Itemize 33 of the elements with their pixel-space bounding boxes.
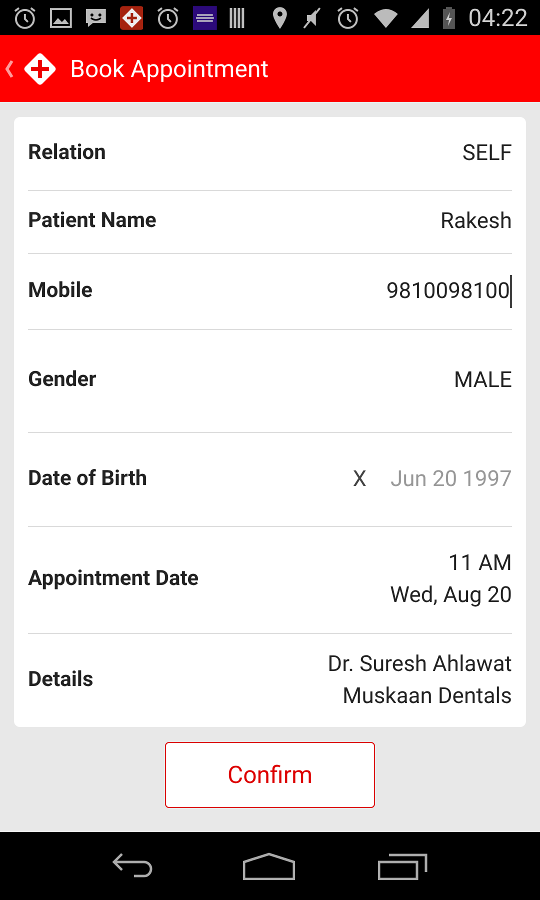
row-label: Gender [28,367,96,394]
row-label: Appointment Date [28,566,199,594]
signal-icon [410,6,430,28]
row-value: 11 AM [448,550,512,578]
mute-icon [300,6,323,30]
row-value: Wed, Aug 20 [390,582,512,610]
row-value: MALE [454,367,512,395]
location-pin-icon [271,6,289,30]
page-title: Book Appointment [70,54,269,84]
alarm-clock-icon [155,4,182,30]
stripes-icon [193,6,218,30]
home-icon[interactable] [242,852,295,880]
confirm-button[interactable]: Confirm [165,742,375,808]
row-label: Patient Name [28,208,156,236]
row-value: SELF [462,140,512,168]
row-label: Date of Birth [28,466,148,493]
row-label: Details [28,666,94,694]
mobile-input-field[interactable]: 9810098100 [312,275,512,308]
row-value: Dr. Suresh Ahlawat [328,650,512,678]
app-icon [120,6,144,30]
wifi-icon [372,6,398,28]
alarm-clock-icon [334,4,361,30]
clear-button[interactable]: X [352,463,366,496]
row-value: Muskaan Dentals [342,682,512,710]
recent-apps-icon[interactable] [378,852,428,880]
battery-icon [442,6,456,30]
row-label: Mobile [28,278,93,305]
image-icon [50,8,72,28]
alarm-clock-icon [12,4,38,30]
row-value: Jun 20 1997 [390,466,512,494]
row-label: Relation [28,140,106,167]
row-value: Rakesh [440,208,512,236]
status-time: 04:22 [468,2,528,34]
